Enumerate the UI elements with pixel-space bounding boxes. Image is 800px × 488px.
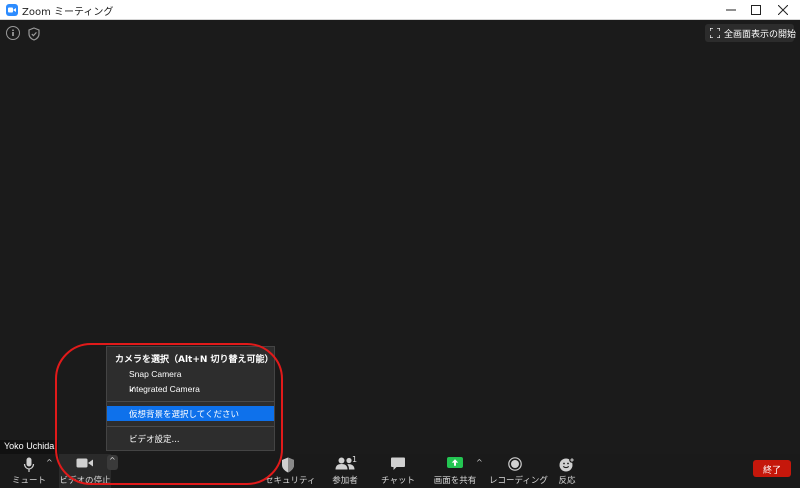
- shield-check-icon[interactable]: [27, 26, 41, 41]
- record-button[interactable]: レコーディング: [489, 454, 548, 488]
- participants-button[interactable]: 参加者: [325, 454, 365, 488]
- share-screen-label: 画面を共有: [433, 476, 477, 486]
- info-icon[interactable]: [6, 26, 20, 40]
- end-meeting-label: 終了: [762, 466, 781, 476]
- reactions-button[interactable]: 反応: [551, 454, 583, 488]
- window-title: Zoom ミーティング: [22, 7, 114, 18]
- end-meeting-button[interactable]: 終了: [753, 460, 791, 477]
- participant-name-label: Yoko Uchida: [0, 440, 59, 454]
- chat-bubble-icon: [391, 457, 405, 470]
- chat-label: チャット: [381, 476, 415, 486]
- share-screen-button[interactable]: 画面を共有: [431, 454, 479, 488]
- share-options-caret[interactable]: ^: [476, 458, 484, 468]
- reactions-label: 反応: [558, 476, 576, 486]
- record-icon: [508, 457, 522, 471]
- participant-count-badge: 1: [352, 455, 358, 464]
- participants-label: 参加者: [332, 476, 358, 486]
- record-label: レコーディング: [489, 476, 548, 486]
- microphone-icon: [23, 457, 35, 472]
- share-screen-icon: [447, 457, 463, 468]
- title-bar: Zoom ミーティング: [0, 0, 800, 20]
- security-shield-icon: [282, 457, 294, 473]
- close-button[interactable]: [760, 0, 800, 20]
- enter-fullscreen-button[interactable]: 全画面表示の開始: [705, 24, 797, 42]
- chat-button[interactable]: チャット: [380, 454, 416, 488]
- zoom-app-icon: [6, 4, 18, 16]
- mute-label: ミュート: [11, 476, 46, 486]
- mute-button[interactable]: ミュート: [10, 454, 48, 488]
- security-label: セキュリティ: [265, 476, 316, 486]
- fullscreen-icon: [710, 28, 720, 38]
- fullscreen-label: 全画面表示の開始: [724, 30, 797, 40]
- audio-options-caret[interactable]: ^: [46, 458, 54, 468]
- annotation-highlight-ellipse: [55, 343, 283, 485]
- add-reaction-icon: [559, 457, 575, 472]
